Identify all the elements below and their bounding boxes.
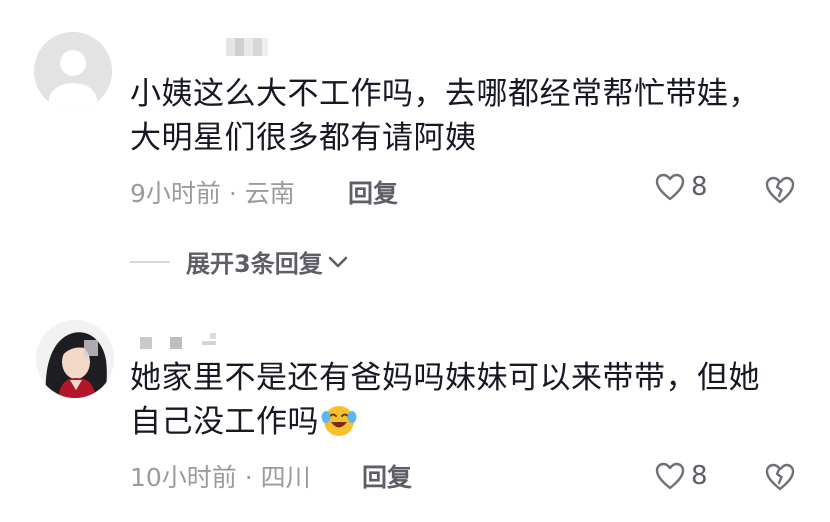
like-count: 8 bbox=[691, 461, 708, 491]
like-button[interactable]: 8 bbox=[655, 172, 708, 202]
username-blurred[interactable] bbox=[226, 38, 268, 56]
avatar[interactable] bbox=[34, 32, 112, 110]
broken-heart-icon[interactable] bbox=[765, 462, 795, 492]
comment-text: 她家里不是还有爸妈吗妹妹可以来带带，但她 自己没工作吗 bbox=[130, 356, 800, 444]
username-blurred[interactable] bbox=[140, 333, 240, 351]
comment-item: 小姨这么大不工作吗，去哪都经常帮忙带娃， 大明星们很多都有请阿姨 9小时前 · … bbox=[0, 0, 830, 300]
broken-heart-icon[interactable] bbox=[765, 175, 795, 205]
default-user-icon bbox=[34, 32, 112, 110]
comment-item: 她家里不是还有爸妈吗妹妹可以来带带，但她 自己没工作吗 10小时前 · 四川 回… bbox=[0, 300, 830, 522]
comment-text-body: 她家里不是还有爸妈吗妹妹可以来带带，但她 自己没工作吗 bbox=[130, 360, 760, 440]
divider-line bbox=[130, 260, 170, 263]
like-count: 8 bbox=[691, 172, 708, 202]
avatar[interactable] bbox=[36, 320, 114, 398]
heart-icon bbox=[655, 173, 685, 201]
like-button[interactable]: 8 bbox=[655, 461, 708, 491]
crying-laughing-emoji-icon bbox=[321, 406, 357, 436]
heart-icon bbox=[655, 462, 685, 490]
chevron-down-icon bbox=[328, 256, 348, 267]
comment-meta: 10小时前 · 四川 bbox=[130, 463, 311, 492]
anime-girl-avatar-icon bbox=[36, 320, 114, 398]
comment-meta: 9小时前 · 云南 bbox=[130, 179, 295, 208]
comment-text: 小姨这么大不工作吗，去哪都经常帮忙带娃， 大明星们很多都有请阿姨 bbox=[130, 76, 760, 156]
expand-replies-button[interactable]: 展开3条回复 bbox=[130, 244, 349, 279]
reply-button[interactable]: 回复 bbox=[362, 458, 412, 494]
expand-replies-label: 展开3条回复 bbox=[186, 250, 323, 278]
reply-button[interactable]: 回复 bbox=[348, 174, 398, 210]
